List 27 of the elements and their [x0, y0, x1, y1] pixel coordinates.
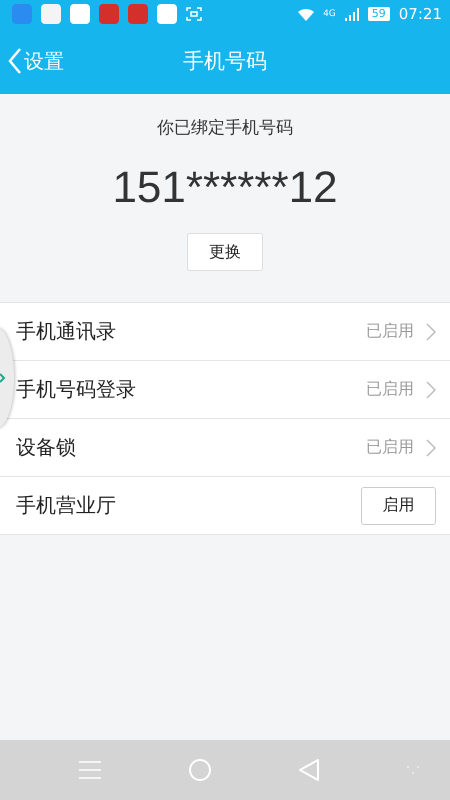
chevron-icon: [426, 380, 436, 398]
battery-level: 59: [368, 7, 390, 21]
row-label: 设备锁: [16, 434, 77, 461]
row-status: 已启用: [366, 321, 414, 342]
chevron-icon: [426, 322, 436, 340]
row-label: 手机营业厅: [16, 492, 117, 519]
page-title: 手机号码: [183, 48, 267, 75]
signal-icon: [344, 8, 359, 20]
enable-button[interactable]: 启用: [361, 486, 436, 524]
row-status: 已启用: [366, 437, 414, 458]
menu-icon[interactable]: [78, 760, 102, 780]
scan-icon: [186, 7, 202, 21]
back-chevron-icon: [8, 48, 22, 74]
wifi-icon: [298, 8, 314, 20]
home-icon[interactable]: [188, 758, 212, 782]
network-type: 4G: [323, 9, 336, 19]
dots-icon[interactable]: [406, 765, 420, 775]
phone-number: 151******12: [112, 163, 338, 213]
row-label: 手机号码登录: [16, 376, 137, 403]
row-label: 手机通讯录: [16, 318, 117, 345]
back-icon[interactable]: [298, 758, 320, 782]
chevron-icon: [426, 438, 436, 456]
row-status: 已启用: [366, 379, 414, 400]
chevron-icon: [0, 373, 6, 383]
change-button[interactable]: 更换: [187, 233, 263, 271]
bound-label: 你已绑定手机号码: [157, 117, 293, 139]
clock: 07:21: [398, 5, 442, 23]
